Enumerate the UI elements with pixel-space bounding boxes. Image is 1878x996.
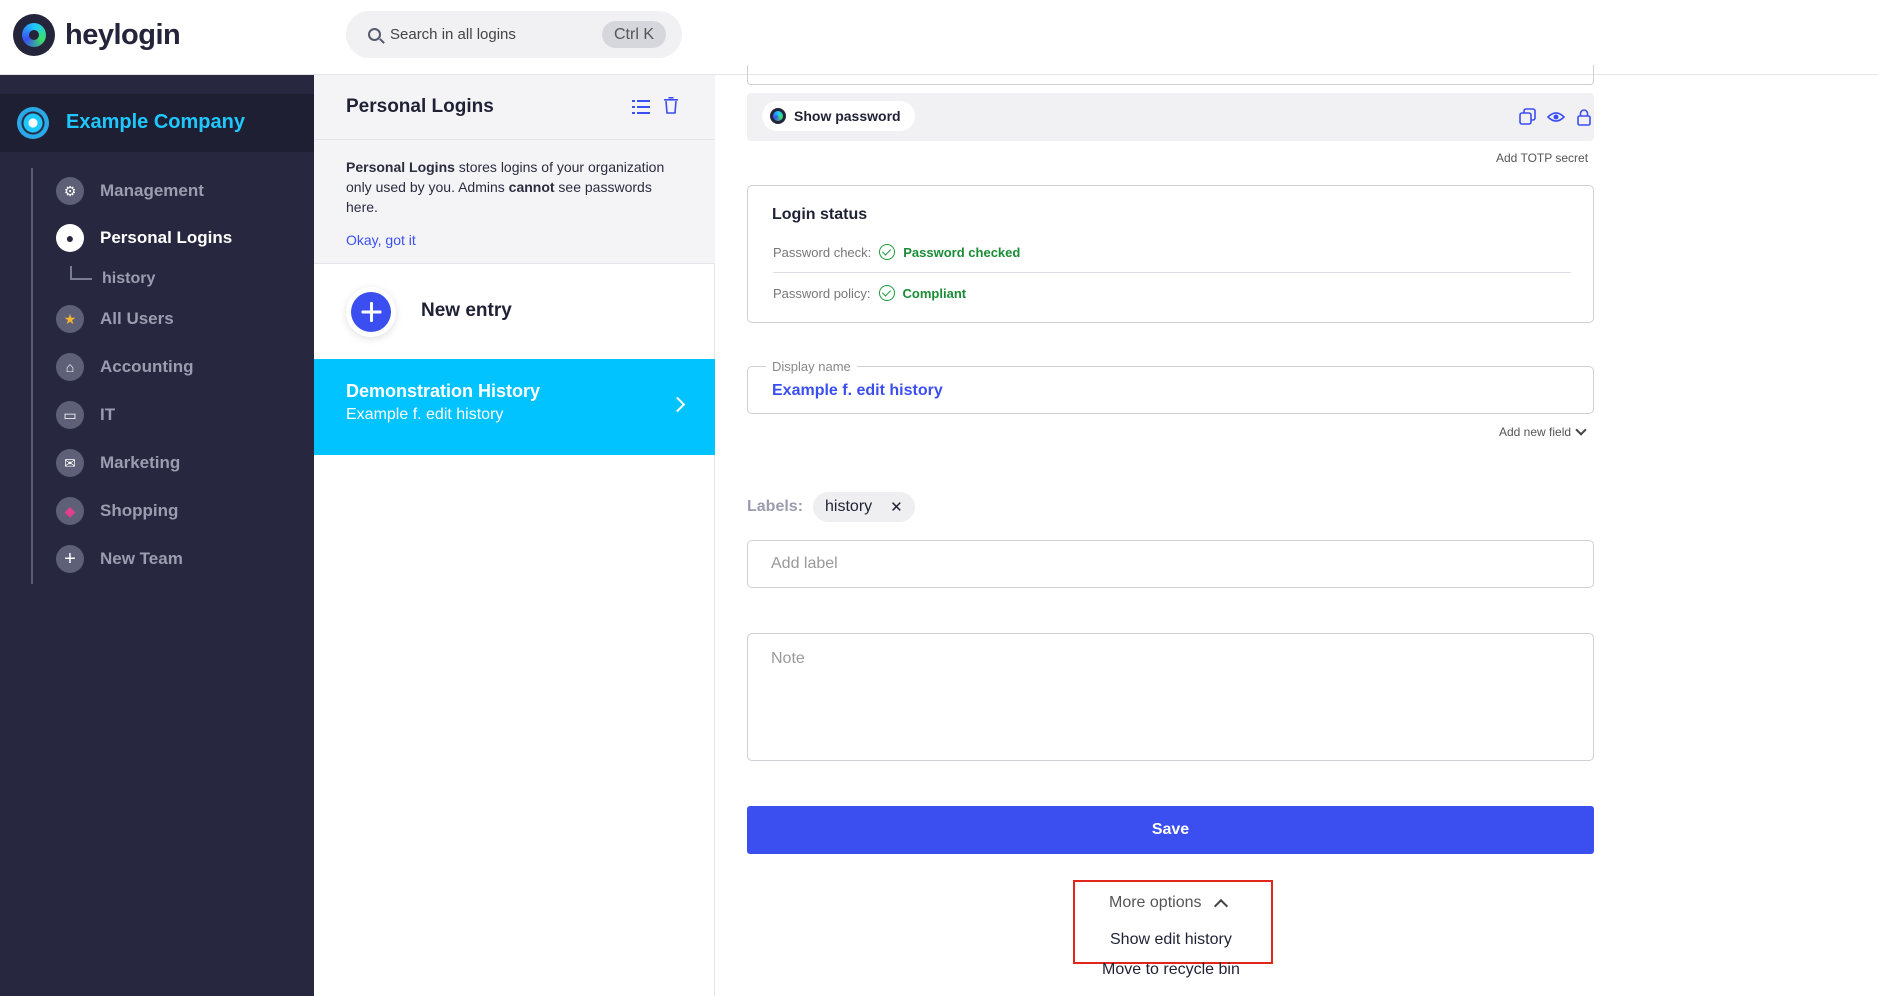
top-bar: heylogin Search in all logins Ctrl K: [0, 0, 1878, 75]
gear-icon: ⚙: [56, 177, 84, 205]
entry-detail-panel: Show password Add TOTP secret Login stat…: [716, 65, 1878, 996]
sidebar-item-it[interactable]: ▭ IT: [56, 400, 115, 430]
search-placeholder: Search in all logins: [390, 26, 516, 43]
password-policy-value: Compliant: [902, 285, 967, 301]
note-textarea[interactable]: Note: [747, 633, 1594, 761]
company-name: Example Company: [66, 111, 245, 133]
sidebar-item-management[interactable]: ⚙ Management: [56, 176, 204, 206]
search-icon: [368, 28, 381, 41]
new-entry-label: New entry: [421, 300, 512, 321]
add-new-field-label: Add new field: [1499, 425, 1572, 439]
info-banner: Personal Logins stores logins of your or…: [314, 140, 715, 264]
entry-title: Demonstration History: [346, 381, 541, 401]
sidebar-subitem-history[interactable]: history: [70, 264, 155, 294]
sidebar: Example Company ⚙ Management ● Personal …: [0, 75, 314, 996]
save-button[interactable]: Save: [747, 806, 1594, 854]
search-input[interactable]: Search in all logins Ctrl K: [346, 11, 682, 58]
app-logo[interactable]: heylogin: [13, 14, 181, 56]
password-row: Show password: [747, 93, 1594, 141]
bank-icon: ⌂: [56, 353, 84, 381]
chevron-right-icon: [669, 396, 686, 413]
remove-label-icon[interactable]: ✕: [890, 498, 903, 516]
highlight-box: [1073, 880, 1273, 964]
mail-icon: ✉: [56, 449, 84, 477]
entry-subtitle: Example f. edit history: [346, 406, 504, 423]
previous-field-edge: [747, 65, 1594, 85]
lock-icon[interactable]: [1575, 108, 1593, 126]
sidebar-item-label: New Team: [100, 549, 183, 568]
copy-icon[interactable]: [1519, 108, 1537, 126]
sidebar-item-label: Management: [100, 181, 204, 200]
heylogin-mini-icon: [770, 108, 786, 124]
logo-icon: [13, 14, 55, 56]
shopping-icon: ◆: [56, 497, 84, 525]
sidebar-item-label: Shopping: [100, 501, 179, 520]
sidebar-subitem-label: history: [102, 270, 156, 287]
more-options-label: More options: [1109, 894, 1202, 911]
sidebar-item-label: IT: [100, 405, 116, 424]
password-check-value: Password checked: [903, 244, 1021, 260]
sidebar-item-new-team[interactable]: + New Team: [56, 544, 183, 574]
dismiss-info-link[interactable]: Okay, got it: [346, 232, 416, 248]
list-view-icon[interactable]: [632, 100, 650, 114]
list-item-selected[interactable]: Demonstration History Example f. edit hi…: [314, 359, 715, 455]
show-edit-history-button[interactable]: Show edit history: [1110, 931, 1232, 949]
company-logo-icon: [17, 107, 49, 139]
add-new-field-button[interactable]: Add new field: [1499, 424, 1587, 439]
plus-icon: +: [56, 545, 84, 573]
password-check-row: Password check: Password checked: [773, 244, 1020, 260]
move-to-recycle-bin-button[interactable]: Move to recycle bin: [1102, 961, 1240, 979]
chevron-up-icon: [1213, 898, 1228, 914]
sidebar-item-marketing[interactable]: ✉ Marketing: [56, 448, 180, 478]
eye-icon[interactable]: [1547, 108, 1565, 126]
display-name-legend: Display name: [766, 359, 857, 374]
labels-row: Labels: history ✕: [747, 492, 915, 522]
display-name-field[interactable]: Display name Example f. edit history: [747, 359, 1594, 414]
add-totp-link[interactable]: Add TOTP secret: [1496, 151, 1588, 165]
chevron-down-icon: [1575, 424, 1587, 436]
sidebar-item-label: Personal Logins: [100, 228, 233, 247]
sidebar-item-shopping[interactable]: ◆ Shopping: [56, 496, 178, 526]
label-chip: history ✕: [813, 492, 915, 522]
check-circle-icon: [879, 244, 896, 260]
sidebar-item-accounting[interactable]: ⌂ Accounting: [56, 352, 194, 382]
user-circle-icon: ●: [56, 224, 84, 252]
show-password-button[interactable]: Show password: [762, 101, 915, 131]
star-icon: ★: [56, 305, 84, 333]
add-label-input[interactable]: Add label: [747, 540, 1594, 588]
password-check-label: Password check:: [773, 244, 872, 260]
check-circle-icon: [878, 285, 895, 301]
display-name-value: Example f. edit history: [772, 382, 943, 399]
login-status-title: Login status: [772, 206, 868, 223]
label-chip-text: history: [825, 498, 873, 515]
labels-key: Labels:: [747, 498, 804, 515]
trash-icon[interactable]: [664, 97, 678, 114]
password-policy-row: Password policy: Compliant: [773, 285, 966, 301]
company-switcher[interactable]: Example Company: [0, 94, 314, 152]
login-status-card: Login status Password check: Password ch…: [747, 185, 1594, 323]
list-header: Personal Logins: [314, 75, 715, 140]
sidebar-item-label: Accounting: [100, 357, 194, 376]
laptop-icon: ▭: [56, 401, 84, 429]
tree-line: [31, 168, 33, 584]
more-options-toggle[interactable]: More options: [1109, 894, 1228, 914]
search-shortcut-badge: Ctrl K: [602, 21, 666, 48]
tree-elbow: [70, 266, 92, 280]
sidebar-item-personal-logins[interactable]: ● Personal Logins: [56, 223, 232, 253]
sidebar-item-label: Marketing: [100, 453, 181, 472]
entry-list-panel: Personal Logins Personal Logins stores l…: [314, 75, 715, 996]
sidebar-item-all-users[interactable]: ★ All Users: [56, 304, 174, 334]
new-entry-button[interactable]: New entry: [314, 264, 715, 359]
logo-text: heylogin: [65, 18, 181, 51]
show-password-label: Show password: [794, 108, 901, 124]
sidebar-item-label: All Users: [100, 309, 174, 328]
info-text: Personal Logins stores logins of your or…: [346, 159, 665, 215]
add-circle-icon: [351, 292, 391, 332]
password-policy-label: Password policy:: [773, 285, 871, 301]
status-divider: [773, 272, 1571, 273]
list-title: Personal Logins: [346, 96, 494, 117]
